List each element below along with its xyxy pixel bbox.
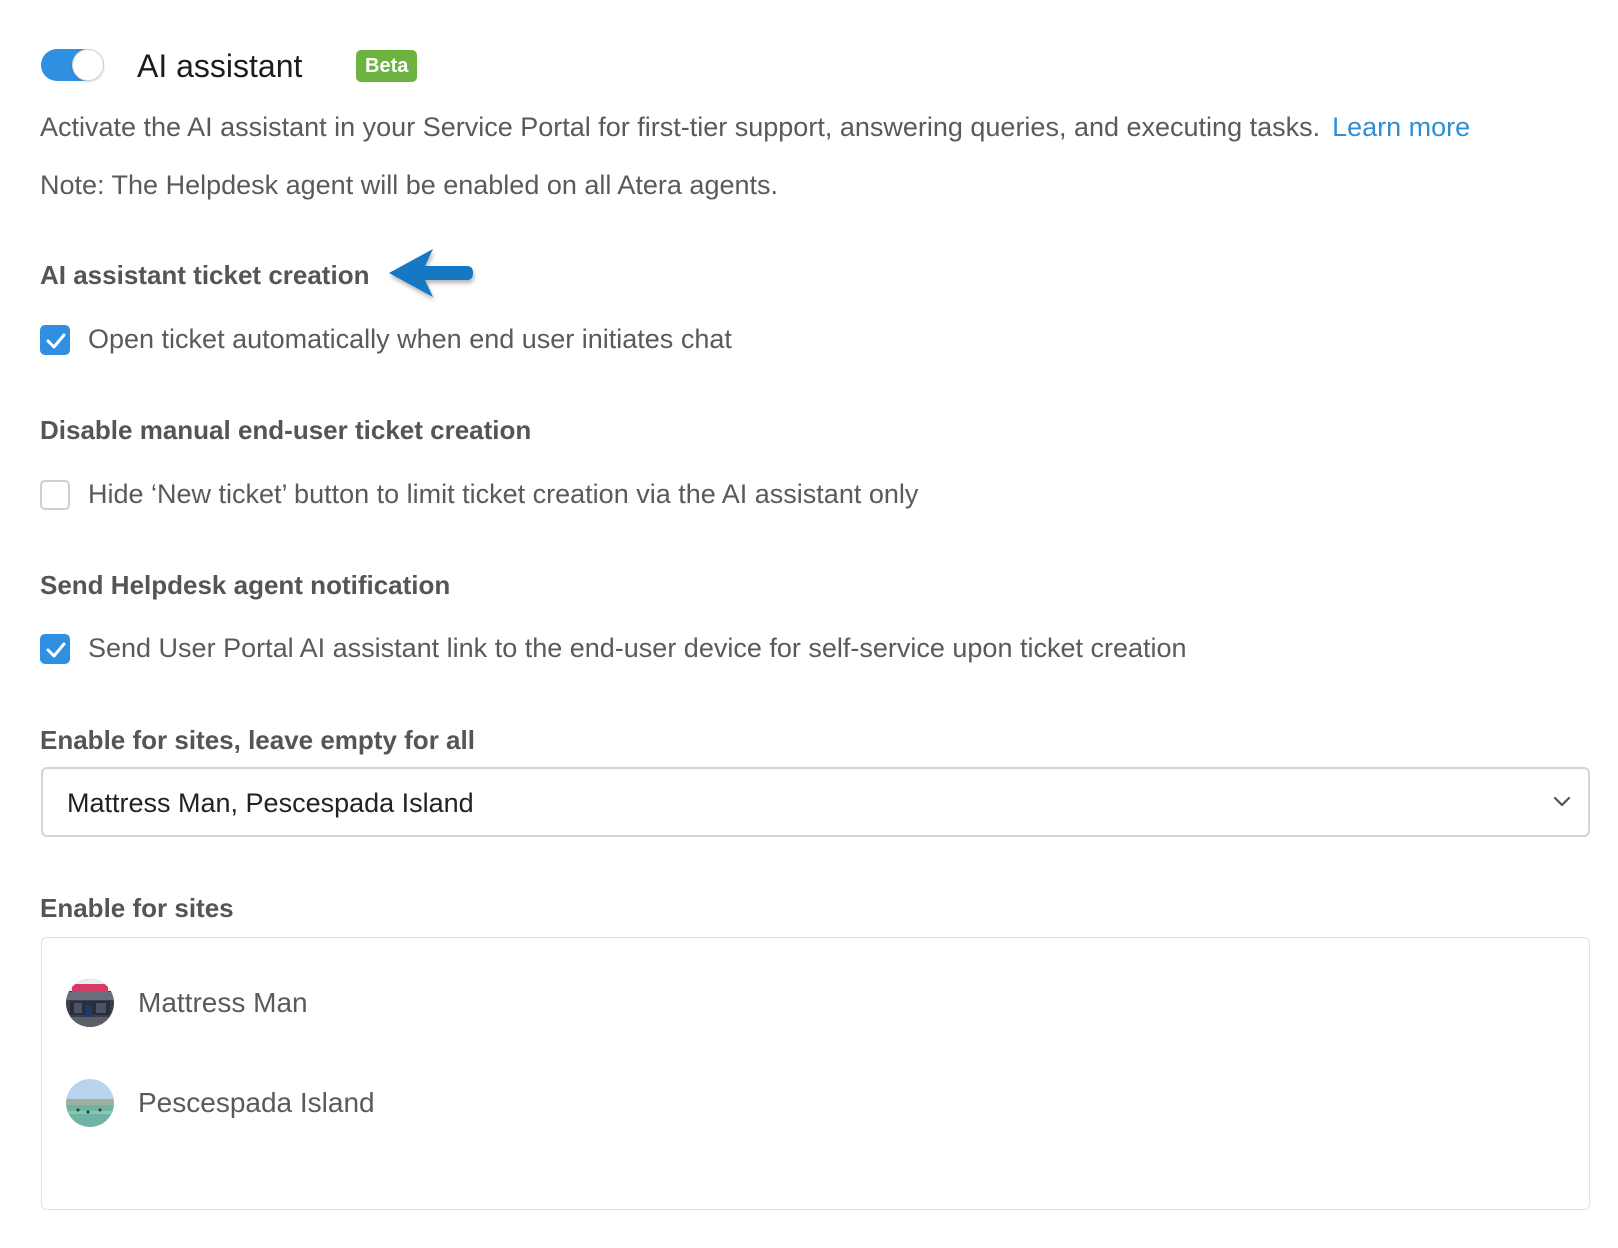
list-item[interactable]: Mattress Man xyxy=(66,978,308,1028)
site-list-label: Enable for sites xyxy=(40,893,234,923)
page-title: AI assistant xyxy=(137,48,303,84)
notification-title: Send Helpdesk agent notification xyxy=(40,570,451,600)
manual-creation-title: Disable manual end-user ticket creation xyxy=(40,415,532,445)
site-name: Mattress Man xyxy=(138,987,308,1018)
list-item[interactable]: Pescespada Island xyxy=(66,1078,375,1128)
checkmark-icon xyxy=(46,642,66,658)
site-select-value: Mattress Man, Pescespada Island xyxy=(67,788,474,818)
send-portal-link-label: Send User Portal AI assistant link to th… xyxy=(88,633,1187,663)
site-list: Mattress Man Pescespada Island xyxy=(41,937,1590,1210)
site-avatar xyxy=(66,979,114,1027)
toggle-knob xyxy=(72,49,104,81)
ai-assistant-toggle[interactable] xyxy=(41,49,104,81)
site-select-dropdown[interactable]: Mattress Man, Pescespada Island xyxy=(41,767,1590,837)
description: Activate the AI assistant in your Servic… xyxy=(40,108,1470,146)
site-name: Pescespada Island xyxy=(138,1087,375,1118)
ai-assistant-settings-panel: AI assistant Beta Activate the AI assist… xyxy=(0,0,1618,1248)
chevron-down-icon xyxy=(1553,796,1571,807)
beta-badge: Beta xyxy=(356,50,418,82)
pointer-arrow-icon xyxy=(389,249,473,297)
open-ticket-automatically-label: Open ticket automatically when end user … xyxy=(88,324,732,354)
storefront-photo-icon xyxy=(66,979,114,1027)
island-photo-icon xyxy=(66,1079,114,1127)
site-select-label: Enable for sites, leave empty for all xyxy=(40,725,475,755)
description-text: Activate the AI assistant in your Servic… xyxy=(40,112,1321,142)
send-portal-link-checkbox[interactable] xyxy=(40,634,70,664)
ticket-creation-title: AI assistant ticket creation xyxy=(40,260,370,290)
note-text: Note: The Helpdesk agent will be enabled… xyxy=(40,170,778,200)
checkmark-icon xyxy=(46,333,66,349)
learn-more-link[interactable]: Learn more xyxy=(1332,112,1470,142)
hide-new-ticket-label: Hide ‘New ticket’ button to limit ticket… xyxy=(88,479,919,509)
site-avatar xyxy=(66,1079,114,1127)
hide-new-ticket-checkbox[interactable] xyxy=(40,480,70,510)
open-ticket-automatically-checkbox[interactable] xyxy=(40,325,70,355)
